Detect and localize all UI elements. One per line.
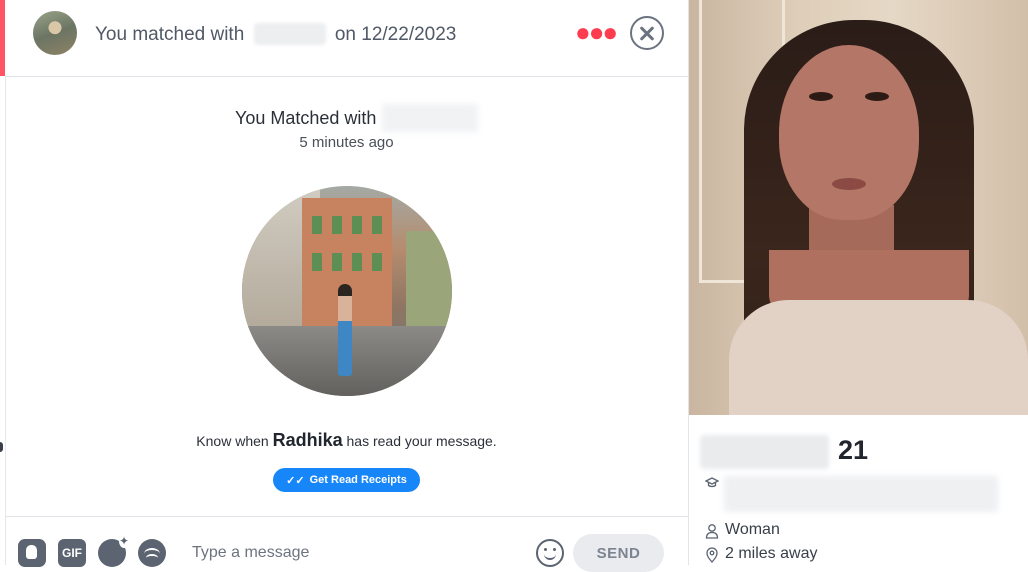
match-time: 5 minutes ago [299,134,394,151]
edge-handle [0,442,3,452]
photo-greenery [406,231,452,341]
match-title: You Matched with [235,104,479,132]
photo-lips [832,178,866,190]
matched-prefix: You matched with [95,24,245,45]
profile-distance: 2 miles away [725,545,818,562]
match-name: Radhika [272,430,343,450]
know-prefix: Know when [196,433,269,449]
photo-face [779,45,919,220]
blurred-profile-name [700,435,829,469]
message-input[interactable] [190,540,514,566]
chat-header: You matched with on 12/22/2023 ●●● [5,0,688,77]
receipts-label: Get Read Receipts [309,474,407,486]
matched-info: You matched with on 12/22/2023 [95,23,456,46]
photo-window [372,253,382,271]
photo-window [332,216,342,234]
photo-window [352,253,362,271]
match-photo[interactable] [242,186,452,396]
match-title-text: You Matched with [235,108,377,128]
blurred-name [253,23,326,45]
blurred-name [382,104,479,132]
avatar[interactable] [33,11,77,55]
photo-eye [865,92,889,101]
photo-window [332,253,342,271]
read-receipt-prompt: Know when Radhika has read your message. [5,430,688,451]
photo-eye [809,92,833,101]
photo-window [352,216,362,234]
double-check-icon: ✓✓ [286,474,305,487]
location-pin-icon [706,547,718,563]
photo-top [729,300,1028,415]
sticker-icon[interactable] [98,534,129,567]
contact-card-icon[interactable] [18,539,46,567]
photo-window [312,253,322,271]
matched-date: on 12/22/2023 [334,24,457,45]
blurred-school [724,476,998,512]
close-circle-icon[interactable] [630,16,664,50]
profile-gender: Woman [725,521,780,538]
more-dots-icon[interactable]: ●●● [575,19,618,45]
photo-window [372,216,382,234]
composer-divider [5,516,688,517]
send-button[interactable]: SEND [573,534,664,572]
get-read-receipts-button[interactable]: ✓✓ Get Read Receipts [273,468,420,492]
spotify-icon[interactable] [138,539,166,567]
person-icon [705,524,719,539]
graduation-cap-icon [705,477,719,488]
profile-photo[interactable] [689,0,1028,415]
profile-age: 21 [838,435,869,465]
emoji-icon[interactable] [536,539,564,567]
photo-window [312,216,322,234]
gif-icon[interactable]: GIF [58,539,86,567]
photo-person [338,284,352,376]
know-suffix: has read your message. [346,433,497,449]
